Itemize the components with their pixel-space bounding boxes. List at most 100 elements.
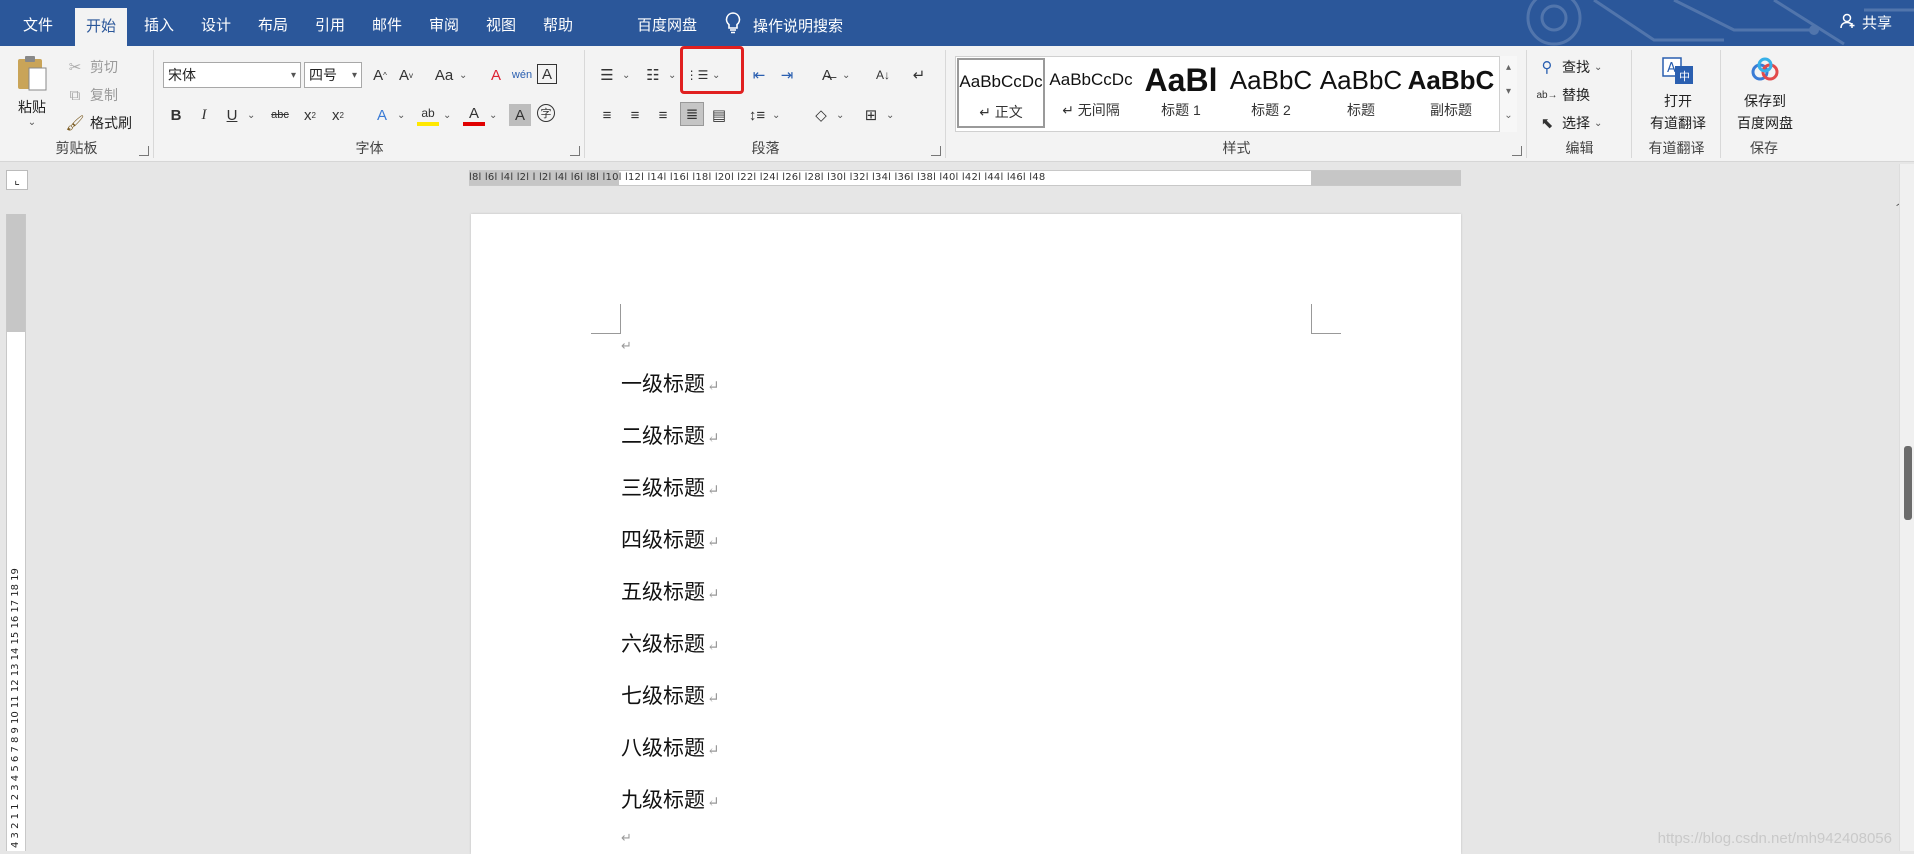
margin-corner-mark [1311,304,1341,334]
replace-button[interactable]: ab→ 替换 [1536,84,1590,106]
strikethrough-icon[interactable]: abc [269,104,291,126]
find-label: 查找 [1562,59,1590,75]
shrink-font-icon[interactable]: Av [395,64,417,86]
underline-icon[interactable]: U ⌄ [221,104,256,126]
multilevel-list-highlight [680,46,744,94]
font-name-combo[interactable]: 宋体 ▾ [163,62,301,88]
chevron-up-icon[interactable]: ▴ [1500,56,1517,80]
style-subtitle[interactable]: AaBbC 副标题 [1407,58,1495,128]
paste-button[interactable]: 粘贴 ⌄ [14,54,50,128]
paragraph-text: 七级标题 [621,684,705,708]
tab-design[interactable]: 设计 [190,0,242,46]
bullets-icon[interactable]: ☰ ⌄ [596,64,630,86]
sort-icon[interactable]: A↓ [872,64,894,86]
clear-formatting-icon[interactable]: A [485,64,507,86]
copy-button[interactable]: ⧉ 复制 [64,84,118,106]
italic-icon[interactable]: I [193,104,215,126]
horizontal-ruler[interactable]: l8l l6l l4l l2l l l2l l4l l6l l8l l10l l… [469,170,1461,186]
tell-me-search[interactable]: 操作说明搜索 [725,12,843,38]
style-no-spacing[interactable]: AaBbCcDc ↵ 无间隔 [1047,58,1135,128]
translate-icon: A中 [1660,56,1696,89]
highlight-color-icon[interactable]: ab ⌄ [417,104,451,126]
heading-paragraph[interactable]: 一级标题 ↵ [621,368,720,398]
tab-insert[interactable]: 插入 [133,0,185,46]
character-shading-icon[interactable]: A [509,104,531,126]
find-button[interactable]: ⚲ 查找 ⌄ [1536,56,1603,78]
style-preview: AaBbC [1407,65,1495,95]
heading-paragraph[interactable]: 二级标题 ↵ [621,420,720,450]
font-name-value: 宋体 [168,67,196,83]
chevron-down-icon[interactable]: ▾ [1500,80,1517,104]
save-to-baidu-button[interactable]: 保存到 百度网盘 [1730,56,1800,133]
font-size-combo[interactable]: 四号 ▾ [304,62,362,88]
heading-paragraph[interactable]: 八级标题 ↵ [621,732,720,762]
subscript-icon[interactable]: x2 [299,104,321,126]
dialog-launcher-icon[interactable] [570,146,580,156]
vertical-scrollbar[interactable] [1899,164,1914,851]
bold-icon[interactable]: B [165,104,187,126]
tab-layout[interactable]: 布局 [247,0,299,46]
expand-gallery-icon[interactable]: ⌄ [1500,104,1517,128]
superscript-icon[interactable]: x2 [327,104,349,126]
style-heading-2[interactable]: AaBbC 标题 2 [1227,58,1315,128]
paragraph-text: 五级标题 [621,580,705,604]
heading-paragraph[interactable]: 六级标题 ↵ [621,628,720,658]
heading-paragraph[interactable]: 四级标题 ↵ [621,524,720,554]
style-heading-1[interactable]: AaBl 标题 1 [1137,58,1225,128]
character-border-icon[interactable]: A [537,64,557,84]
borders-icon[interactable]: ⊞ ⌄ [860,104,895,126]
justify-icon[interactable]: ≣ [680,102,704,126]
font-color-icon[interactable]: A ⌄ [463,104,497,126]
grow-font-icon[interactable]: A ^ [369,64,391,86]
format-painter-button[interactable]: 🖌 格式刷 [64,112,132,134]
tab-home[interactable]: 开始 [75,8,128,46]
clipboard-paste-icon [14,54,50,97]
tab-references[interactable]: 引用 [304,0,356,46]
enclose-characters-icon[interactable]: 字 [537,104,555,122]
share-button[interactable]: 共享 [1840,12,1892,33]
dialog-launcher-icon[interactable] [1512,146,1522,156]
paragraph-mark: ↵ [707,637,720,655]
cut-button[interactable]: ✂ 剪切 [64,56,118,78]
heading-paragraph[interactable]: 七级标题 ↵ [621,680,720,710]
tell-me-label: 操作说明搜索 [753,17,844,35]
select-button[interactable]: ⬉ 选择 ⌄ [1536,112,1603,134]
tab-selector[interactable]: ⌞ [6,170,28,190]
chinese-layout-icon[interactable]: A̶ ⌄ [816,64,850,86]
heading-paragraph[interactable]: 九级标题 ↵ [621,784,720,814]
tab-help[interactable]: 帮助 [532,0,584,46]
shading-icon[interactable]: ◇ ⌄ [810,104,844,126]
change-case-icon[interactable]: Aa ⌄ [433,64,468,86]
heading-paragraph[interactable]: 五级标题 ↵ [621,576,720,606]
dialog-launcher-icon[interactable] [139,146,149,156]
tab-baidu-netdisk[interactable]: 百度网盘 [626,0,708,46]
line-spacing-icon[interactable]: ↕≡ ⌄ [746,104,781,126]
phonetic-guide-icon[interactable]: wén [511,64,533,86]
svg-text:A: A [1667,61,1676,76]
increase-indent-icon[interactable]: ⇥ [776,64,798,86]
align-center-icon[interactable]: ≡ [624,104,646,126]
align-right-icon[interactable]: ≡ [652,104,674,126]
scrollbar-thumb[interactable] [1904,446,1912,520]
document-page[interactable]: ↵ 一级标题 ↵ 二级标题 ↵ 三级标题 ↵ 四级标题 ↵ 五级标题 ↵ 六级标题 ↵ 七级标题 ↵ 八级标… [471,214,1461,854]
paragraph-group-label: 段落 [751,140,780,156]
numbering-icon[interactable]: ☷ ⌄ [642,64,676,86]
style-normal[interactable]: AaBbCcDc ↵ 正文 [957,58,1045,128]
show-formatting-marks-icon[interactable]: ↵ [908,64,930,86]
open-youdao-button[interactable]: A中 打开 有道翻译 [1643,56,1713,133]
paragraph-mark: ↵ [707,585,720,603]
styles-group: AaBbCcDc ↵ 正文 AaBbCcDc ↵ 无间隔 AaBl 标题 1 A… [947,50,1527,158]
decrease-indent-icon[interactable]: ⇤ [748,64,770,86]
tab-review[interactable]: 审阅 [418,0,470,46]
tab-view[interactable]: 视图 [475,0,527,46]
vertical-ruler[interactable]: 4 3 2 1 1 2 3 4 5 6 7 8 9 10 11 12 13 14… [6,214,26,851]
heading-paragraph[interactable]: 三级标题 ↵ [621,472,720,502]
style-title[interactable]: AaBbC 标题 [1317,58,1405,128]
align-left-icon[interactable]: ≡ [596,104,618,126]
distributed-icon[interactable]: ▤ [708,104,730,126]
styles-scroll[interactable]: ▴ ▾ ⌄ [1499,56,1517,132]
dialog-launcher-icon[interactable] [931,146,941,156]
tab-file[interactable]: 文件 [12,0,64,46]
text-effects-icon[interactable]: A ⌄ [371,104,405,126]
tab-mailings[interactable]: 邮件 [361,0,413,46]
